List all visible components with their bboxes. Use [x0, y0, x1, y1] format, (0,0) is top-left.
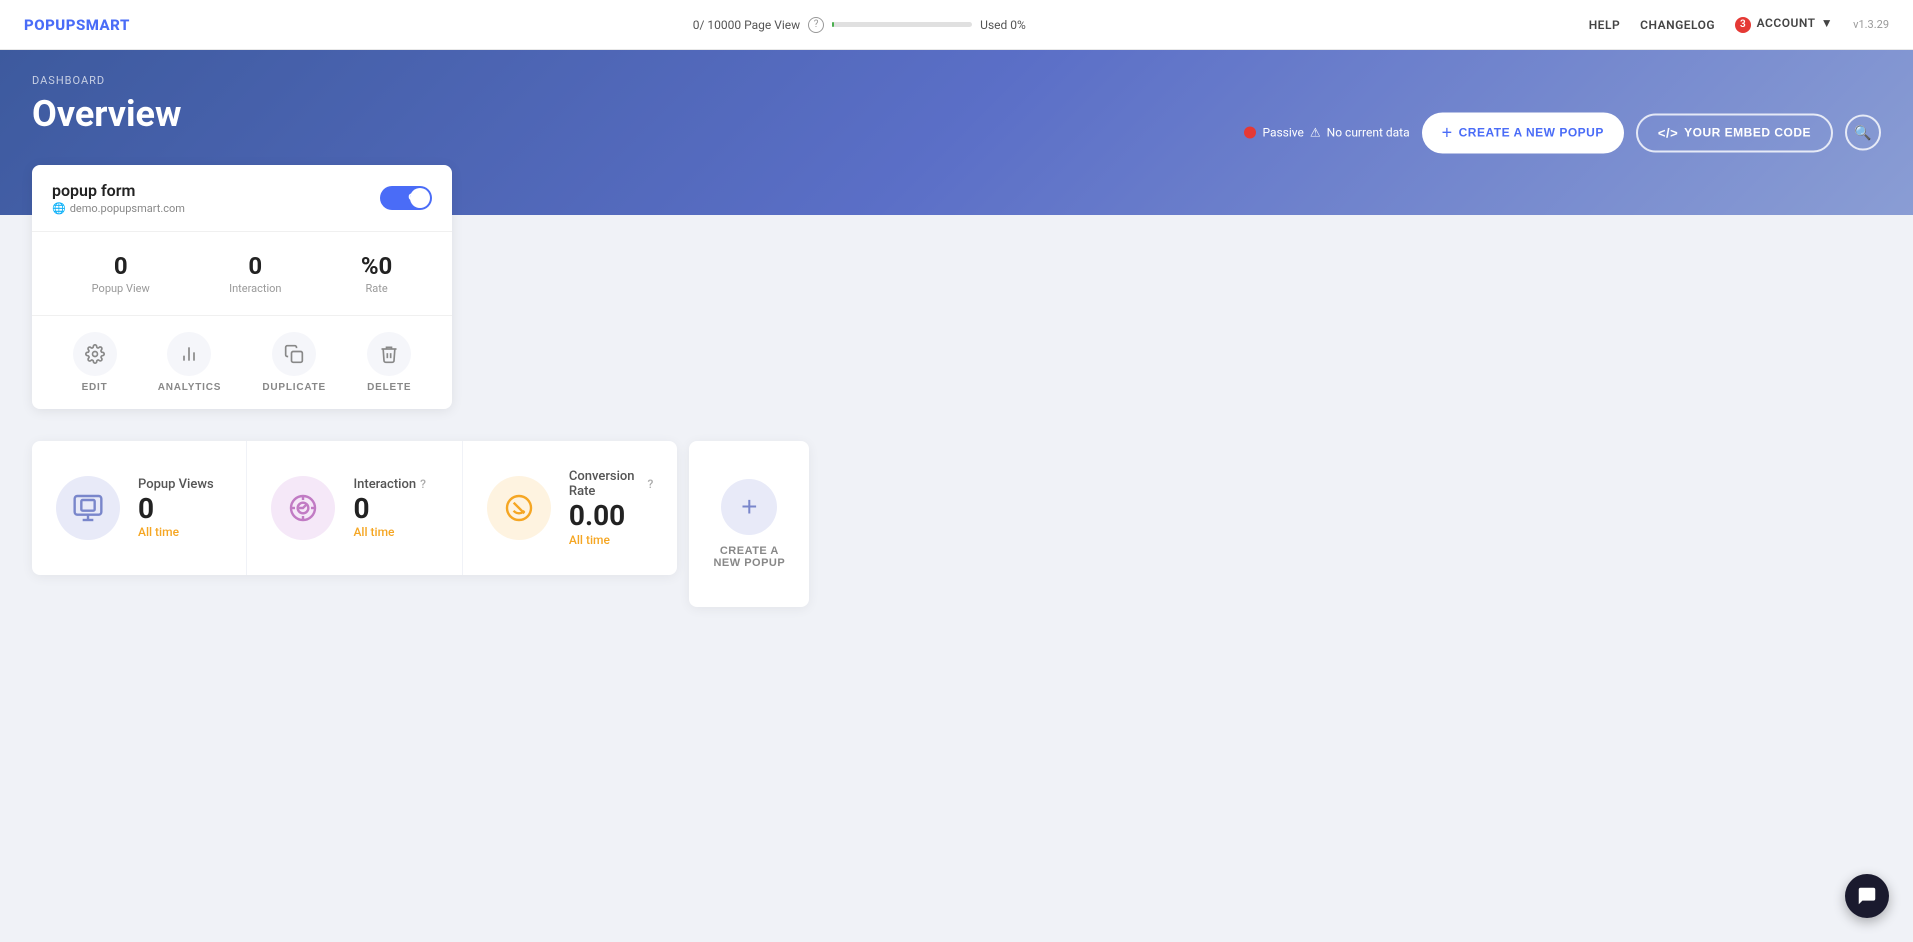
- page-view-label: 0/ 10000 Page View: [693, 18, 800, 32]
- help-tooltip-icon[interactable]: ?: [808, 17, 824, 33]
- page-view-section: 0/ 10000 Page View ? Used 0%: [130, 17, 1589, 33]
- stat-popup-view: 0 Popup View: [92, 252, 150, 295]
- stat-rate-label: Rate: [361, 282, 393, 295]
- delete-button[interactable]: DELETE: [367, 332, 411, 393]
- version-label: v1.3.29: [1853, 18, 1889, 31]
- top-nav-right: HELP CHANGELOG 3 ACCOUNT ▼ v1.3.29: [1589, 16, 1889, 33]
- main-content: popup form 🌐 demo.popupsmart.com OFF 0 P…: [0, 165, 1913, 639]
- stat-popup-view-value: 0: [92, 252, 150, 280]
- duplicate-icon: [272, 332, 316, 376]
- stat-rate-value: %0: [361, 252, 393, 280]
- popup-views-icon-circle: [56, 476, 120, 540]
- passive-label: Passive: [1262, 126, 1303, 140]
- app-logo: POPUPSMART: [24, 16, 130, 34]
- plus-icon: +: [1442, 122, 1453, 143]
- no-data-message: No current data: [1327, 126, 1410, 140]
- conversion-rate-icon-circle: [487, 476, 551, 540]
- conversion-rate-time: All time: [569, 533, 653, 547]
- stat-popup-view-label: Popup View: [92, 282, 150, 295]
- edit-icon: [73, 332, 117, 376]
- header-actions: Passive ⚠ No current data + CREATE A NEW…: [1244, 112, 1881, 153]
- search-button[interactable]: 🔍: [1845, 115, 1881, 151]
- code-icon: </>: [1658, 125, 1678, 140]
- interaction-help-icon[interactable]: ?: [420, 477, 426, 491]
- stat-block-popup-views: Popup Views 0 All time: [32, 441, 247, 575]
- popup-views-info: Popup Views 0 All time: [138, 477, 214, 540]
- account-link[interactable]: 3 ACCOUNT ▼: [1735, 16, 1833, 33]
- stat-block-interaction: Interaction ? 0 All time: [247, 441, 462, 575]
- conversion-rate-help-icon[interactable]: ?: [648, 477, 654, 491]
- stat-interaction-label: Interaction: [229, 282, 281, 295]
- interaction-icon-circle: [271, 476, 335, 540]
- popup-card-header: popup form 🌐 demo.popupsmart.com OFF: [32, 165, 452, 232]
- edit-label: EDIT: [82, 382, 108, 393]
- toggle-knob: [410, 188, 430, 208]
- page-view-progress-bar: [832, 22, 972, 27]
- conversion-rate-label: Conversion Rate ?: [569, 469, 653, 499]
- popup-views-time: All time: [138, 525, 214, 539]
- stat-interaction-value: 0: [229, 252, 281, 280]
- interaction-info: Interaction ? 0 All time: [353, 477, 425, 540]
- stat-rate: %0 Rate: [361, 252, 393, 295]
- stat-block-conversion-rate: Conversion Rate ? 0.00 All time: [463, 441, 677, 575]
- interaction-label: Interaction ?: [353, 477, 425, 492]
- create-new-popup-button[interactable]: + CREATE A NEW POPUP: [1422, 112, 1624, 153]
- delete-label: DELETE: [367, 382, 411, 393]
- account-dropdown-icon: ▼: [1821, 16, 1833, 30]
- search-icon: 🔍: [1854, 124, 1871, 141]
- top-navigation: POPUPSMART 0/ 10000 Page View ? Used 0% …: [0, 0, 1913, 50]
- warning-icon: ⚠: [1310, 126, 1321, 140]
- breadcrumb: DASHBOARD: [32, 74, 1881, 87]
- popup-card-title: popup form: [52, 181, 185, 200]
- create-card-label: CREATE A NEW POPUP: [709, 545, 789, 569]
- popup-views-value: 0: [138, 492, 214, 526]
- stats-and-create-section: Popup Views 0 All time Interaction ?: [32, 441, 1881, 607]
- popup-card-actions: EDIT ANALYTICS DUPLICATE: [32, 316, 452, 409]
- chat-support-button[interactable]: [1845, 874, 1889, 918]
- stats-summary-section: Popup Views 0 All time Interaction ?: [32, 441, 677, 575]
- create-plus-circle: +: [721, 479, 777, 535]
- used-label: Used 0%: [980, 18, 1026, 32]
- popup-card-title-section: popup form 🌐 demo.popupsmart.com: [52, 181, 185, 215]
- analytics-button[interactable]: ANALYTICS: [158, 332, 222, 393]
- delete-icon: [367, 332, 411, 376]
- duplicate-button[interactable]: DUPLICATE: [262, 332, 326, 393]
- popup-card-url: 🌐 demo.popupsmart.com: [52, 202, 185, 215]
- stat-interaction: 0 Interaction: [229, 252, 281, 295]
- conversion-rate-info: Conversion Rate ? 0.00 All time: [569, 469, 653, 547]
- popup-toggle[interactable]: OFF: [380, 186, 432, 210]
- edit-button[interactable]: EDIT: [73, 332, 117, 393]
- globe-icon: 🌐: [52, 202, 66, 215]
- analytics-icon: [167, 332, 211, 376]
- interaction-value: 0: [353, 492, 425, 526]
- analytics-label: ANALYTICS: [158, 382, 222, 393]
- popup-card: popup form 🌐 demo.popupsmart.com OFF 0 P…: [32, 165, 452, 409]
- interaction-time: All time: [353, 525, 425, 539]
- changelog-link[interactable]: CHANGELOG: [1640, 18, 1715, 32]
- popup-views-label: Popup Views: [138, 477, 214, 492]
- status-badge: Passive ⚠ No current data: [1244, 126, 1409, 140]
- help-link[interactable]: HELP: [1589, 18, 1620, 32]
- embed-code-button[interactable]: </> YOUR EMBED CODE: [1636, 113, 1833, 152]
- account-badge: 3: [1735, 17, 1751, 33]
- duplicate-label: DUPLICATE: [262, 382, 326, 393]
- conversion-rate-value: 0.00: [569, 499, 653, 533]
- page-view-progress-fill: [832, 22, 834, 27]
- popup-card-stats: 0 Popup View 0 Interaction %0 Rate: [32, 232, 452, 316]
- passive-status-dot: [1244, 127, 1256, 139]
- create-new-popup-card-button[interactable]: + CREATE A NEW POPUP: [689, 441, 809, 607]
